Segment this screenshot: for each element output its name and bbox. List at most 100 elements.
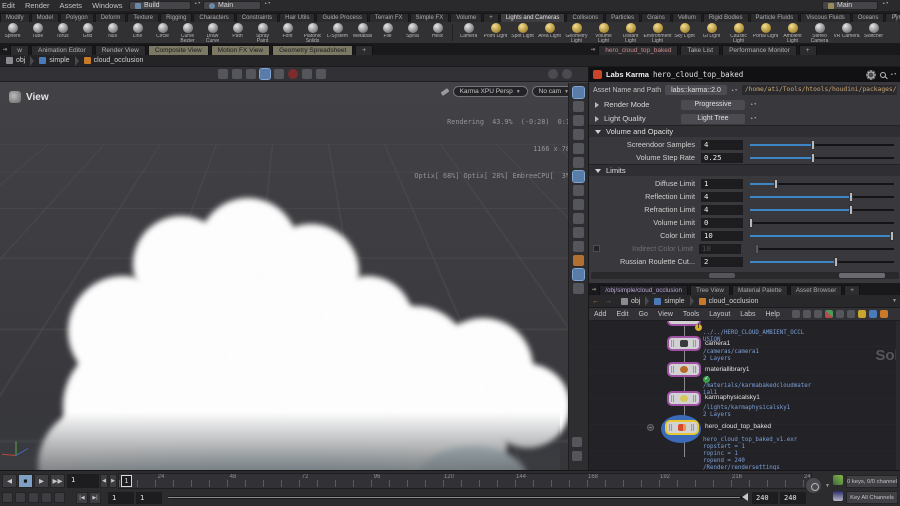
handles-icon[interactable] — [232, 69, 242, 79]
param-value-field[interactable]: 10 — [699, 243, 741, 254]
menu-windows[interactable]: Windows — [87, 1, 127, 10]
node-materiallibrary1[interactable] — [667, 362, 701, 377]
param-value-field[interactable]: 4 — [701, 139, 743, 150]
param-slider[interactable] — [750, 191, 894, 202]
param-slider[interactable] — [750, 139, 894, 150]
net-tab-material-palette[interactable]: Material Palette — [731, 285, 788, 295]
shelf-tool-circle[interactable]: Circle — [150, 22, 175, 43]
slider-handle[interactable] — [773, 178, 778, 189]
renderer-dropdown[interactable]: Karma XPU Persp ▼ — [452, 86, 528, 97]
light-quality-spinner[interactable]: ▲▼ — [750, 116, 757, 120]
box-select-icon[interactable] — [274, 69, 284, 79]
back-icon[interactable]: ← — [589, 298, 602, 305]
param-value-field[interactable]: 0 — [701, 217, 743, 228]
pane-tab-geometry-spreadsheet[interactable]: Geometry Spreadsheet — [272, 45, 354, 55]
pane-tab-hero-cloud-top-baked[interactable]: hero_cloud_top_baked — [598, 45, 679, 55]
param-value-field[interactable]: 2 — [701, 256, 743, 267]
pane-split-icon[interactable]: ▪▾ — [589, 287, 599, 295]
range-start-field[interactable]: 1 — [108, 492, 134, 504]
note-yellow-icon[interactable] — [858, 310, 867, 318]
shelf-tab-lights-and-cameras[interactable]: Lights and Cameras — [499, 13, 566, 22]
node-hero-cloud-top-baked[interactable] — [665, 420, 699, 435]
range-end-field[interactable]: 240 — [752, 492, 778, 504]
next-keyframe-button[interactable]: ▶▶ — [50, 474, 65, 488]
desktop-main-right-dropdown[interactable]: Main — [822, 1, 878, 10]
color-wheel-icon[interactable] — [573, 240, 584, 252]
node-karmaphysicalsky1[interactable] — [667, 391, 701, 406]
param-slider[interactable] — [750, 256, 894, 267]
move-pivot-icon[interactable] — [246, 69, 256, 79]
shelf-tool-switcher[interactable]: Switcher — [860, 22, 887, 43]
asset-path-field[interactable]: /home/ati/Tools/htools/houdini/packages/… — [741, 85, 897, 95]
link-icon[interactable] — [573, 198, 584, 210]
expand-icon[interactable] — [595, 115, 599, 122]
param-checkbox[interactable] — [593, 245, 600, 252]
net-crumb-cloud-occlusion[interactable]: cloud_occlusion — [709, 298, 759, 305]
palette-icon[interactable] — [825, 310, 834, 318]
geometry-visibility-icon[interactable] — [573, 100, 584, 112]
lightbulb-icon[interactable] — [573, 282, 584, 294]
slider-handle[interactable] — [848, 191, 853, 202]
net-menu-add[interactable]: Add — [589, 311, 611, 318]
keyframe-dot-icon[interactable] — [28, 492, 39, 503]
hook-icon[interactable] — [573, 128, 584, 140]
net-menu-tools[interactable]: Tools — [678, 311, 704, 318]
shelf-tool-curve-bezier[interactable]: Curve Bezier — [175, 22, 200, 43]
breadcrumb-cloud-occlusion[interactable]: cloud_occlusion — [94, 57, 144, 64]
range-slider[interactable] — [168, 493, 748, 501]
network-canvas[interactable]: Sola ! ../../HERO_CLOUD_AMBIENT_OCCL USI… — [589, 321, 900, 470]
pane-tab-[interactable]: + — [355, 45, 374, 55]
select-mode-icon[interactable] — [572, 85, 585, 99]
headlight-icon[interactable] — [572, 169, 585, 183]
shelf-tab-polygon[interactable]: Polygon — [60, 13, 94, 22]
shelf-tab-model[interactable]: Model — [30, 13, 60, 22]
ruler-icon[interactable] — [572, 437, 582, 447]
path-dropdown-icon[interactable]: ▼ — [892, 298, 897, 304]
key-dropdown-icon[interactable]: ▼ — [825, 483, 830, 489]
range-start2-field[interactable]: 1 — [136, 492, 162, 504]
menu-render[interactable]: Render — [20, 1, 55, 10]
collapse-badge[interactable]: – — [647, 424, 654, 431]
param-value-field[interactable]: 10 — [701, 230, 743, 241]
frame-step-back[interactable]: ◀ — [100, 474, 108, 488]
param-value-field[interactable]: 1 — [701, 178, 743, 189]
gradient-thumb-icon[interactable] — [833, 491, 843, 501]
timeline-ruler[interactable]: 24487296120144168192216240 1 — [118, 473, 812, 489]
expand-icon[interactable] — [595, 101, 599, 108]
shelf-tool-portal-light[interactable]: Portal Light — [752, 22, 779, 43]
shelf-tab-constraints[interactable]: Constraints — [235, 13, 279, 22]
record-icon[interactable] — [288, 69, 298, 79]
net-tab-obj-simple-cloud-occlusion[interactable]: /obj/simple/cloud_occlusion — [599, 285, 688, 295]
shelf-tool-vr-camera[interactable]: VR Camera — [833, 22, 860, 43]
net-tab-[interactable]: + — [844, 285, 860, 295]
lock-icon[interactable] — [573, 114, 584, 126]
view-camera-icon[interactable] — [573, 212, 584, 224]
slider-handle[interactable] — [811, 152, 816, 163]
pane-tab-take-list[interactable]: Take List — [680, 45, 721, 55]
pane-tab-animation-editor[interactable]: Animation Editor — [31, 45, 93, 55]
net-menu-labs[interactable]: Labs — [735, 311, 760, 318]
param-slider[interactable] — [749, 217, 894, 228]
shelf-tool-platonic-solids[interactable]: Platonic Solids — [300, 22, 325, 43]
thumbs-icon[interactable] — [836, 310, 845, 318]
net-tab-tree-view[interactable]: Tree View — [689, 285, 730, 295]
pane-split-icon[interactable]: ▪▾ — [0, 47, 10, 55]
shelf-tool-path[interactable]: Path — [225, 22, 250, 43]
asset-version-dropdown[interactable]: labs::karma::2.0 — [665, 85, 727, 95]
shelf-tool-line[interactable]: Line — [125, 22, 150, 43]
grid-snap-icon[interactable] — [572, 451, 582, 461]
shelf-tool-l-system[interactable]: L-System — [325, 22, 350, 43]
current-frame-field[interactable]: 1 — [67, 474, 99, 488]
shelf-tool-area-light[interactable]: Area Light — [536, 22, 563, 43]
range-end2-field[interactable]: 240 — [780, 492, 806, 504]
shelf-tool-environment-light[interactable]: Environment Light — [643, 22, 672, 43]
material-sphere-icon[interactable] — [573, 184, 584, 196]
network-scrollbar[interactable] — [896, 321, 900, 470]
main-spinner[interactable]: ▲▼ — [264, 1, 271, 5]
selection-mode-icon[interactable] — [259, 68, 271, 80]
jump-range-start[interactable]: |◀ — [76, 492, 88, 504]
list-icon[interactable] — [814, 310, 823, 318]
node-camera1[interactable] — [667, 336, 701, 351]
shelf-tab-volume[interactable]: Volume — [450, 13, 483, 22]
shelf-tool-sphere[interactable]: Sphere — [0, 22, 25, 43]
